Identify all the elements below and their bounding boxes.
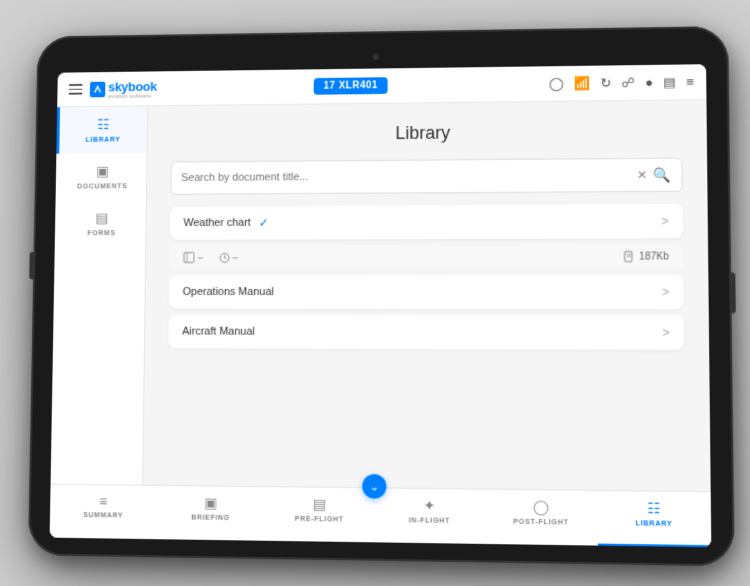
tablet-shell: skybook aviation software 17 XLR401 ◯ 📶 … <box>28 26 735 566</box>
brand-name: skybook <box>108 79 157 94</box>
library-nav-icon: ☷ <box>647 500 660 518</box>
nav-item-inflight[interactable]: ✦ IN-FLIGHT <box>374 494 485 525</box>
doc-title-weather-chart: Weather chart <box>183 217 250 229</box>
bookmark-icon[interactable]: ☍ <box>621 75 635 91</box>
postflight-icon: ◯ <box>533 498 549 516</box>
wifi-icon: 📶 <box>574 75 590 91</box>
nav-item-summary[interactable]: ≡ SUMMARY <box>50 491 157 520</box>
briefing-icon: ▣ <box>204 494 217 511</box>
nav-label-briefing: BRIEFING <box>191 514 230 522</box>
sidebar-label-library: LIBRARY <box>85 137 120 144</box>
file-size-value: 187Kb <box>639 251 669 262</box>
settings-icon[interactable]: ≡ <box>686 74 694 89</box>
camera-icon[interactable]: ▤ <box>663 74 676 90</box>
documents-icon: ▣ <box>96 163 109 180</box>
nav-label-summary: SUMMARY <box>83 512 123 520</box>
bell-icon[interactable]: ● <box>645 75 653 90</box>
nav-item-briefing[interactable]: ▣ BRIEFING <box>157 492 265 523</box>
doc-item-left: Weather chart ✓ <box>183 216 268 230</box>
sidebar-item-documents[interactable]: ▣ DOCUMENTS <box>56 153 147 200</box>
brand-logo: skybook aviation software <box>90 78 157 100</box>
nav-item-postflight[interactable]: ◯ POST-FLIGHT <box>485 496 597 527</box>
summary-icon: ≡ <box>99 493 107 509</box>
nav-item-preflight[interactable]: ▤ PRE-FLIGHT <box>265 493 375 524</box>
sidebar-item-forms[interactable]: ▤ FORMS <box>55 200 146 247</box>
sidebar: ☷ LIBRARY ▣ DOCUMENTS ▤ FORMS <box>51 106 149 484</box>
library-icon: ☷ <box>97 116 109 133</box>
inflight-icon: ✦ <box>423 497 435 514</box>
page-title: Library <box>171 120 682 145</box>
brand-icon <box>90 81 106 97</box>
chevron-right-aircraft-icon: > <box>662 326 669 340</box>
hamburger-menu-button[interactable] <box>69 84 83 94</box>
sidebar-item-library[interactable]: ☷ LIBRARY <box>56 106 147 153</box>
nav-label-inflight: IN-FLIGHT <box>409 517 450 525</box>
document-item-weather-chart[interactable]: Weather chart ✓ > <box>170 204 683 240</box>
check-icon: ✓ <box>259 216 269 230</box>
status-right-icons: ◯ 📶 ↻ ☍ ● ▤ ≡ <box>549 74 694 92</box>
refresh-icon[interactable]: ↻ <box>600 75 611 91</box>
content-area: Library ✕ 🔍 Weather chart ✓ > <box>143 100 711 491</box>
bottom-nav: ⌄ ≡ SUMMARY ▣ BRIEFING ▤ PRE-FLIGHT ✦ IN… <box>50 484 712 548</box>
chevron-right-icon: > <box>661 214 668 228</box>
flight-id-badge[interactable]: 17 XLR401 <box>314 77 388 95</box>
search-input[interactable] <box>181 169 637 184</box>
volume-button[interactable] <box>29 252 33 279</box>
subrow-icon-1: – <box>183 252 203 264</box>
screen: skybook aviation software 17 XLR401 ◯ 📶 … <box>50 64 712 547</box>
weather-chart-subrow: – – 187Kb <box>169 244 683 269</box>
doc-item-left-aircraft: Aircraft Manual <box>182 326 255 338</box>
chevron-down-button[interactable]: ⌄ <box>362 474 386 499</box>
brand-tagline: aviation software <box>108 93 157 99</box>
front-camera <box>373 54 379 60</box>
sidebar-label-documents: DOCUMENTS <box>77 183 127 190</box>
search-button[interactable]: 🔍 <box>653 166 671 183</box>
main-area: ☷ LIBRARY ▣ DOCUMENTS ▤ FORMS Library <box>51 100 711 491</box>
status-left: skybook aviation software <box>69 78 157 100</box>
chevron-right-ops-icon: > <box>662 285 669 299</box>
search-bar: ✕ 🔍 <box>170 158 682 195</box>
nav-item-library[interactable]: ☷ LIBRARY <box>597 497 711 528</box>
sidebar-label-forms: FORMS <box>87 230 115 237</box>
subrow-clock-icon: – <box>219 252 238 263</box>
doc-title-aircraft-manual: Aircraft Manual <box>182 326 255 338</box>
document-item-operations-manual[interactable]: Operations Manual > <box>169 275 684 310</box>
nav-label-preflight: PRE-FLIGHT <box>295 516 344 524</box>
brand-text: skybook aviation software <box>108 78 157 100</box>
search-clear-button[interactable]: ✕ <box>637 168 647 182</box>
doc-title-operations-manual: Operations Manual <box>183 286 274 298</box>
file-size: 187Kb <box>623 250 669 262</box>
nav-label-postflight: POST-FLIGHT <box>513 519 568 527</box>
user-icon[interactable]: ◯ <box>549 75 564 91</box>
forms-icon: ▤ <box>95 210 108 227</box>
doc-item-left-ops: Operations Manual <box>183 286 274 298</box>
nav-active-indicator <box>597 544 711 548</box>
nav-label-library: LIBRARY <box>635 520 672 528</box>
power-button[interactable] <box>731 273 736 314</box>
preflight-icon: ▤ <box>313 496 326 513</box>
document-item-aircraft-manual[interactable]: Aircraft Manual > <box>168 315 684 350</box>
